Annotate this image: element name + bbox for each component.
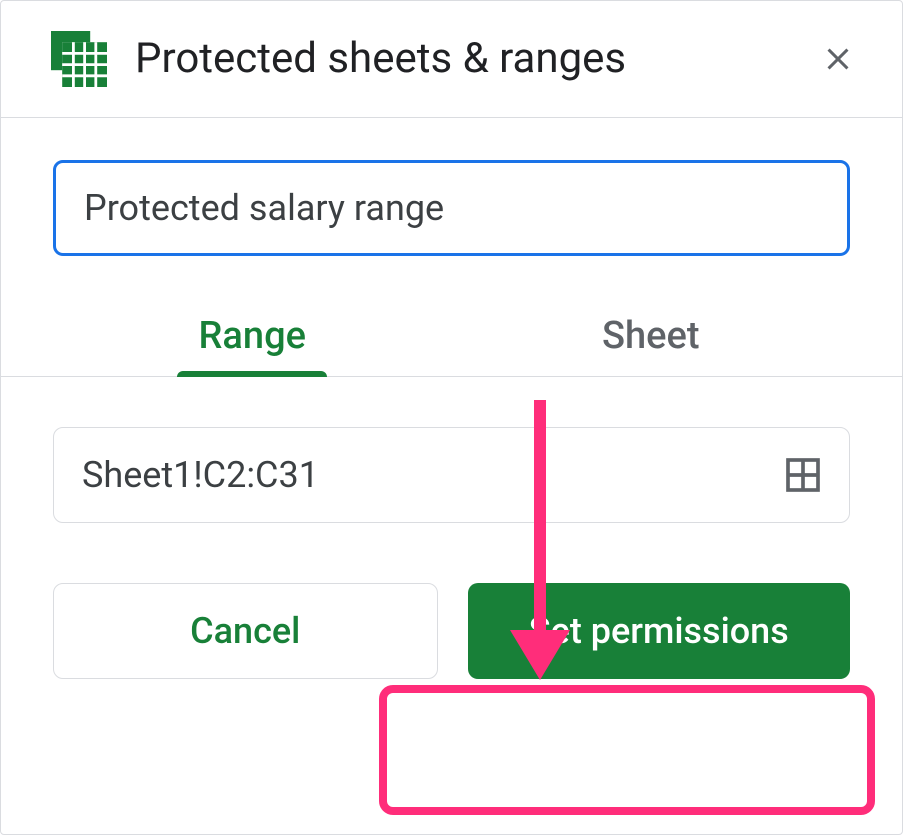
cancel-button[interactable]: Cancel xyxy=(53,583,438,679)
button-row: Cancel Set permissions xyxy=(53,583,850,679)
range-input[interactable] xyxy=(82,454,781,496)
range-row xyxy=(53,427,850,523)
close-icon xyxy=(820,41,856,77)
tab-range[interactable]: Range xyxy=(53,304,452,376)
grid-icon xyxy=(783,455,823,495)
panel-title: Protected sheets & ranges xyxy=(135,32,786,87)
close-button[interactable] xyxy=(814,35,862,83)
protected-ranges-panel: Protected sheets & ranges Range Sheet xyxy=(0,0,903,835)
set-permissions-button[interactable]: Set permissions xyxy=(468,583,851,679)
description-input[interactable] xyxy=(53,160,850,256)
tab-sheet[interactable]: Sheet xyxy=(452,304,851,376)
select-range-button[interactable] xyxy=(781,453,825,497)
sheets-icon xyxy=(51,31,107,87)
panel-body: Range Sheet Cancel Set permissions xyxy=(1,118,902,719)
panel-header: Protected sheets & ranges xyxy=(1,1,902,118)
tabs: Range Sheet xyxy=(1,304,902,377)
